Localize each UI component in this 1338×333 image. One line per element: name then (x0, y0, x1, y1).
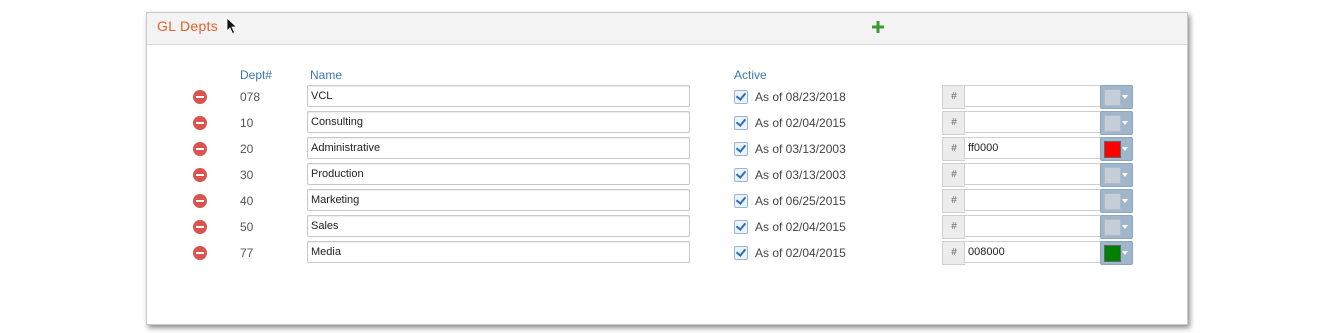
dept-number: 77 (240, 246, 254, 260)
color-swatch (1104, 115, 1121, 132)
active-checkbox[interactable] (734, 194, 748, 208)
color-hex-input[interactable] (964, 85, 1101, 107)
panel-header: GL Depts (147, 13, 1187, 45)
dept-name-input[interactable] (307, 241, 690, 263)
panel-title: GL Depts (157, 18, 219, 34)
hash-prefix: # (942, 189, 965, 213)
active-checkbox[interactable] (734, 116, 748, 130)
active-as-of: As of 08/23/2018 (755, 90, 846, 104)
active-checkbox[interactable] (734, 142, 748, 156)
table-row: 20 As of 03/13/2003 # (147, 136, 1187, 162)
color-picker-button[interactable] (1100, 189, 1133, 213)
color-hex-input[interactable] (964, 137, 1101, 159)
table-row: 40 As of 06/25/2015 # (147, 188, 1187, 214)
active-checkbox[interactable] (734, 246, 748, 260)
dept-name-input[interactable] (307, 137, 690, 159)
color-picker-button[interactable] (1100, 241, 1133, 265)
color-hex-input[interactable] (964, 241, 1101, 263)
hash-prefix: # (942, 241, 965, 265)
chevron-down-icon (1122, 173, 1128, 177)
dept-number: 30 (240, 168, 254, 182)
active-as-of: As of 02/04/2015 (755, 246, 846, 260)
column-header-name: Name (310, 68, 343, 82)
table-row: 50 As of 02/04/2015 # (147, 214, 1187, 240)
color-swatch (1104, 167, 1121, 184)
hash-prefix: # (942, 111, 965, 135)
color-picker-button[interactable] (1100, 111, 1133, 135)
color-swatch (1104, 219, 1121, 236)
remove-row-icon[interactable] (193, 142, 207, 156)
remove-row-icon[interactable] (193, 220, 207, 234)
color-swatch (1104, 89, 1121, 106)
column-header-active: Active (734, 68, 767, 82)
dept-number: 078 (240, 90, 261, 104)
dept-number: 20 (240, 142, 254, 156)
hash-prefix: # (942, 215, 965, 239)
dept-name-input[interactable] (307, 111, 690, 133)
table-row: 30 As of 03/13/2003 # (147, 162, 1187, 188)
active-as-of: As of 03/13/2003 (755, 168, 846, 182)
hash-prefix: # (942, 137, 965, 161)
dept-name-input[interactable] (307, 163, 690, 185)
dept-number: 40 (240, 194, 254, 208)
remove-row-icon[interactable] (193, 246, 207, 260)
active-as-of: As of 06/25/2015 (755, 194, 846, 208)
table-row: 10 As of 02/04/2015 # (147, 110, 1187, 136)
color-picker-button[interactable] (1100, 85, 1133, 109)
dept-number: 10 (240, 116, 254, 130)
remove-row-icon[interactable] (193, 194, 207, 208)
chevron-down-icon (1122, 121, 1128, 125)
gl-depts-panel: GL Depts Dept# Name Active 078 As of 08/… (146, 12, 1188, 325)
active-as-of: As of 02/04/2015 (755, 220, 846, 234)
dept-name-input[interactable] (307, 85, 690, 107)
chevron-down-icon (1122, 95, 1128, 99)
active-checkbox[interactable] (734, 90, 748, 104)
hash-prefix: # (942, 163, 965, 187)
active-checkbox[interactable] (734, 220, 748, 234)
dept-name-input[interactable] (307, 189, 690, 211)
table-row: 77 As of 02/04/2015 # (147, 240, 1187, 266)
chevron-down-icon (1122, 251, 1128, 255)
color-picker-button[interactable] (1100, 215, 1133, 239)
dept-number: 50 (240, 220, 254, 234)
hash-prefix: # (942, 85, 965, 109)
column-header-dept: Dept# (240, 68, 273, 82)
mouse-cursor-icon (226, 17, 238, 35)
active-checkbox[interactable] (734, 168, 748, 182)
color-picker-button[interactable] (1100, 163, 1133, 187)
table-row: 078 As of 08/23/2018 # (147, 84, 1187, 110)
color-swatch (1104, 193, 1121, 210)
color-hex-input[interactable] (964, 215, 1101, 237)
color-hex-input[interactable] (964, 163, 1101, 185)
chevron-down-icon (1122, 225, 1128, 229)
remove-row-icon[interactable] (193, 116, 207, 130)
chevron-down-icon (1122, 147, 1128, 151)
remove-row-icon[interactable] (193, 168, 207, 182)
dept-name-input[interactable] (307, 215, 690, 237)
plus-icon (872, 21, 884, 33)
color-hex-input[interactable] (964, 111, 1101, 133)
remove-row-icon[interactable] (193, 90, 207, 104)
color-hex-input[interactable] (964, 189, 1101, 211)
color-swatch (1104, 245, 1121, 262)
active-as-of: As of 03/13/2003 (755, 142, 846, 156)
active-as-of: As of 02/04/2015 (755, 116, 846, 130)
color-swatch (1104, 141, 1121, 158)
color-picker-button[interactable] (1100, 137, 1133, 161)
chevron-down-icon (1122, 199, 1128, 203)
add-dept-button[interactable] (869, 16, 887, 36)
